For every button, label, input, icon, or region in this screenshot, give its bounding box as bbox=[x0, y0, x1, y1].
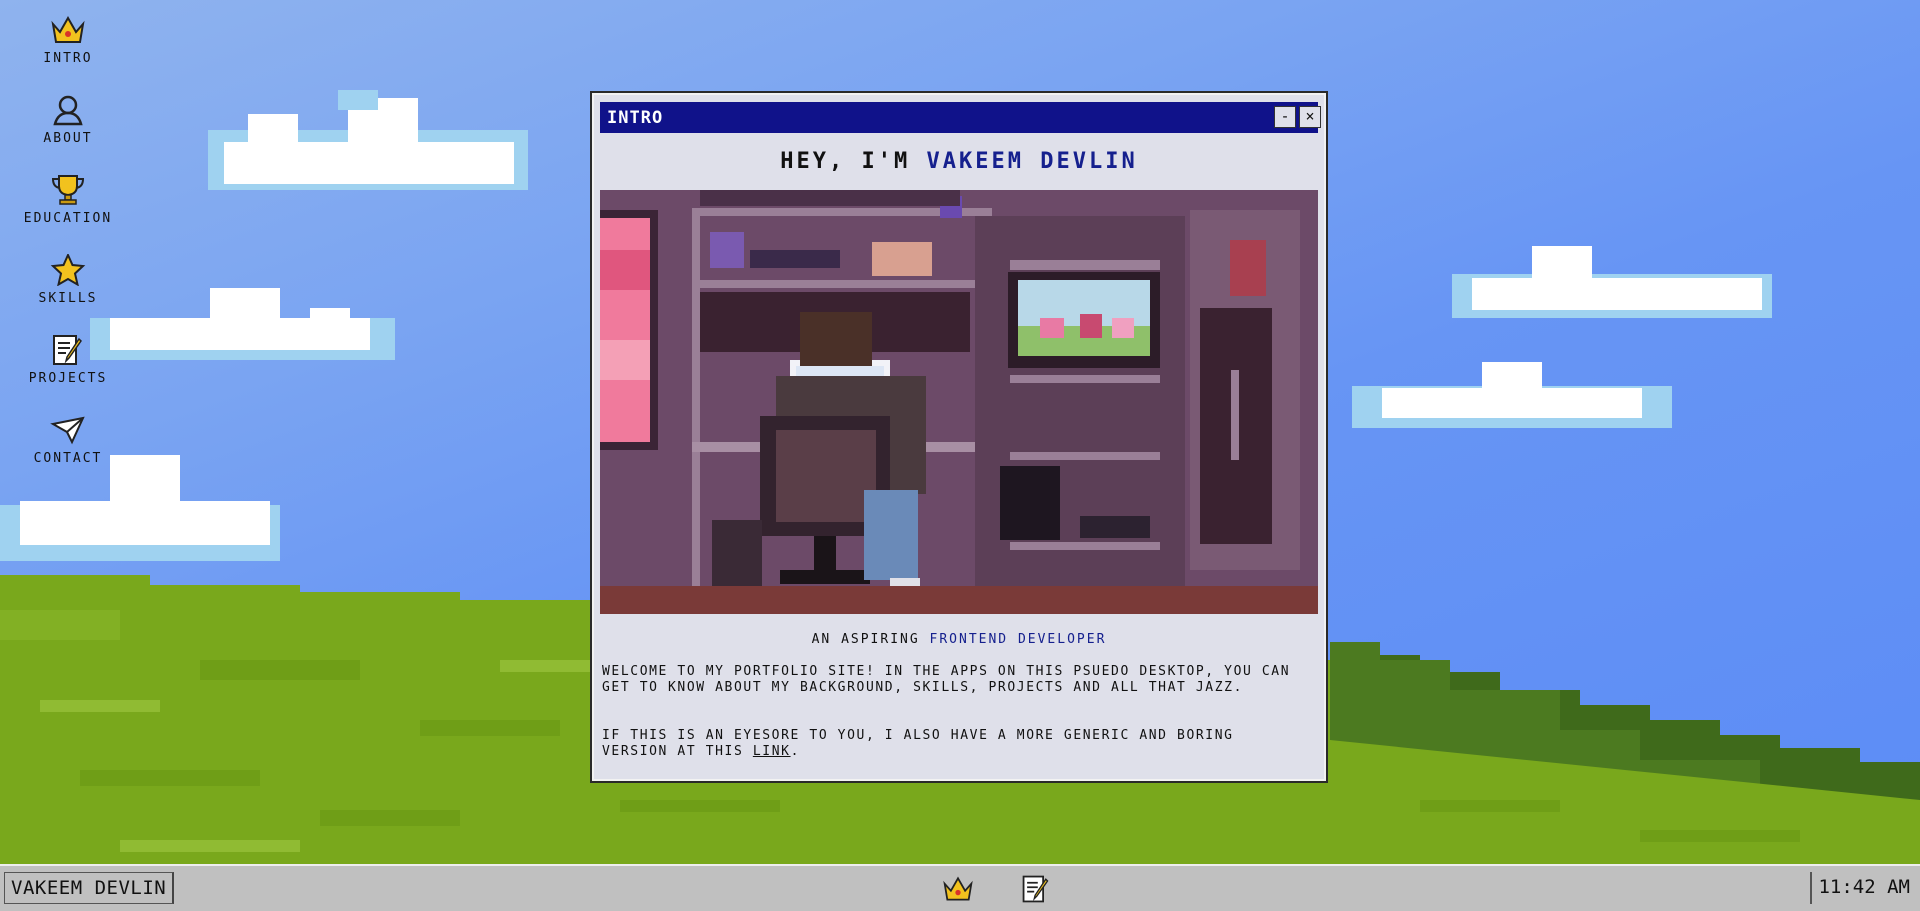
intro-heading: HEY, I'M VAKEEM DEVLIN bbox=[592, 149, 1326, 174]
subtitle-highlight: FRONTEND DEVELOPER bbox=[929, 632, 1107, 647]
close-button[interactable]: × bbox=[1299, 106, 1321, 128]
cloud bbox=[208, 90, 528, 200]
notepad-icon bbox=[1022, 875, 1049, 903]
heading-prefix: HEY, I'M bbox=[780, 149, 911, 174]
taskbar-clock: 11:42 AM bbox=[1810, 872, 1916, 904]
intro-illustration bbox=[600, 190, 1318, 614]
subtitle-prefix: AN ASPIRING bbox=[811, 632, 920, 647]
desktop-icon-contact[interactable]: CONTACT bbox=[0, 414, 136, 484]
desktop-icon-about[interactable]: ABOUT bbox=[0, 94, 136, 164]
desktop-icon-label: PROJECTS bbox=[28, 371, 108, 386]
notepad-icon bbox=[53, 335, 82, 365]
desktop-icon-label: EDUCATION bbox=[23, 211, 113, 226]
heading-name: VAKEEM DEVLIN bbox=[926, 149, 1138, 174]
paper-plane-icon bbox=[50, 416, 85, 445]
intro-subtitle: AN ASPIRING FRONTEND DEVELOPER bbox=[592, 632, 1326, 647]
paragraph-text: IF THIS IS AN EYESORE TO YOU, I ALSO HAV… bbox=[602, 728, 1234, 759]
taskbar-app-intro[interactable] bbox=[942, 874, 974, 906]
desktop-icon-label: INTRO bbox=[43, 51, 93, 66]
window-titlebar[interactable]: INTRO - × bbox=[600, 102, 1321, 133]
crown-icon bbox=[51, 15, 85, 43]
paragraph-period: . bbox=[790, 744, 800, 759]
taskbar-start-button[interactable]: VAKEEM DEVLIN bbox=[4, 872, 175, 904]
star-icon bbox=[50, 254, 86, 286]
trophy-icon bbox=[51, 175, 85, 205]
desktop-icon-projects[interactable]: PROJECTS bbox=[0, 334, 136, 404]
cloud bbox=[1452, 246, 1772, 320]
desktop-icon-label: CONTACT bbox=[33, 451, 103, 466]
desktop-icon-label: SKILLS bbox=[38, 291, 98, 306]
window-title: INTRO bbox=[607, 108, 664, 128]
crown-icon bbox=[943, 876, 973, 901]
cloud bbox=[1352, 362, 1672, 428]
user-icon bbox=[53, 95, 83, 126]
desktop-icon-intro[interactable]: INTRO bbox=[0, 14, 136, 84]
desktop-icon-skills[interactable]: SKILLS bbox=[0, 254, 136, 324]
minimize-button[interactable]: - bbox=[1274, 106, 1296, 128]
taskbar: VAKEEM DEVLIN 11:42 AM bbox=[0, 864, 1920, 911]
intro-paragraph-link: IF THIS IS AN EYESORE TO YOU, I ALSO HAV… bbox=[602, 728, 1292, 760]
generic-version-link[interactable]: LINK bbox=[753, 744, 791, 759]
taskbar-app-projects[interactable] bbox=[1020, 874, 1052, 906]
intro-paragraph-welcome: WELCOME TO MY PORTFOLIO SITE! IN THE APP… bbox=[602, 664, 1291, 695]
desktop-icon-education[interactable]: EDUCATION bbox=[0, 174, 136, 244]
desktop-icon-label: ABOUT bbox=[43, 131, 93, 146]
intro-window[interactable]: INTRO - × HEY, I'M VAKEEM DEVLIN AN ASPI… bbox=[590, 91, 1328, 783]
